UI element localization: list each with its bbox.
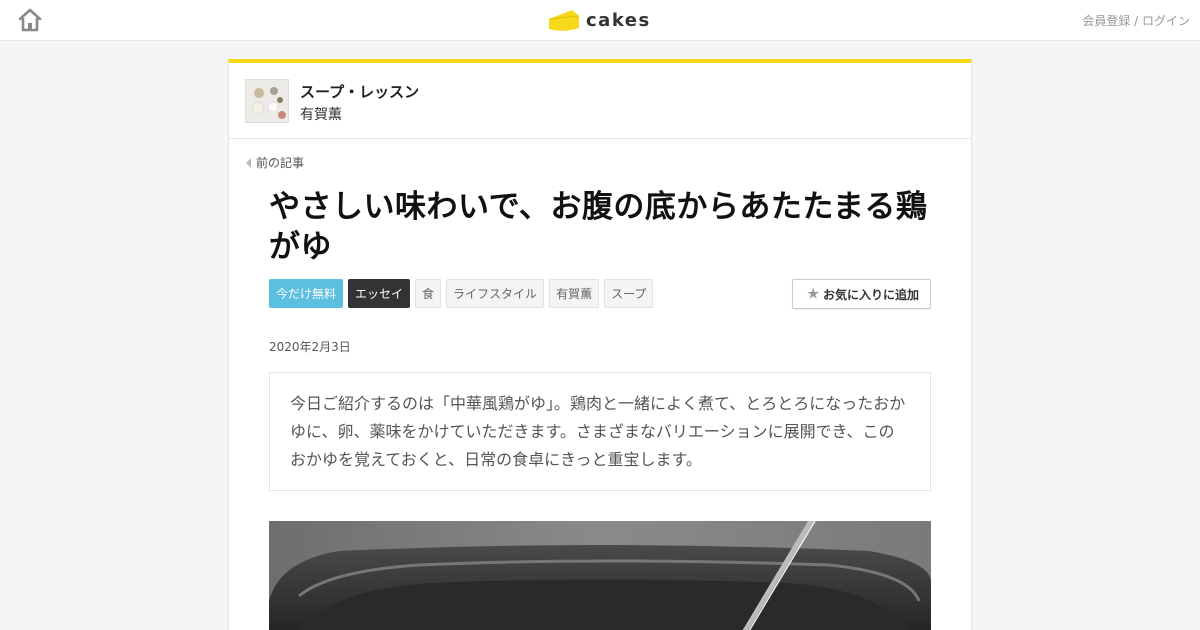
article-card: スープ・レッスン 有賀薫 前の記事 やさしい味わいで、お腹の底からあたたまる鶏が… — [228, 59, 972, 630]
site-logo[interactable]: cakes — [548, 6, 651, 34]
top-bar: cakes 会員登録 / ログイン — [0, 0, 1200, 41]
series-thumbnail-image — [246, 80, 288, 122]
prev-article-label: 前の記事 — [256, 156, 305, 170]
hero-photo — [269, 521, 931, 630]
prev-article-link[interactable]: 前の記事 — [246, 154, 304, 171]
add-favorite-label: お気に入りに追加 — [822, 287, 919, 302]
series-header[interactable]: スープ・レッスン 有賀薫 — [229, 63, 971, 139]
article-title: やさしい味わいで、お腹の底からあたたまる鶏がゆ — [269, 189, 928, 265]
series-thumbnail[interactable] — [245, 79, 289, 123]
tag-lifestyle[interactable]: ライフスタイル — [446, 279, 545, 308]
add-favorite-button[interactable]: ★ お気に入りに追加 — [792, 279, 931, 309]
register-login-link[interactable]: 会員登録 / ログイン — [1082, 14, 1190, 28]
series-author[interactable]: 有賀薫 — [300, 104, 342, 124]
hero-image — [269, 521, 931, 630]
auth-links[interactable]: 会員登録 / ログイン — [1082, 12, 1190, 29]
star-icon: ★ — [807, 286, 819, 301]
cheese-icon — [548, 10, 580, 31]
triangle-left-icon — [246, 157, 251, 168]
logo-text: cakes — [586, 9, 651, 31]
lead-paragraph: 今日ご紹介するのは「中華風鶏がゆ」。鶏肉と一緒によく煮て、とろとろになったおかゆ… — [269, 372, 931, 491]
home-icon — [18, 8, 42, 32]
publish-date: 2020年2月3日 — [269, 340, 351, 354]
home-button[interactable] — [16, 7, 44, 33]
series-title[interactable]: スープ・レッスン — [300, 81, 419, 102]
tag-free[interactable]: 今だけ無料 — [269, 279, 344, 308]
tag-essay[interactable]: エッセイ — [348, 279, 411, 308]
tag-author[interactable]: 有賀薫 — [549, 279, 600, 308]
tag-soup[interactable]: スープ — [604, 279, 654, 308]
tag-food[interactable]: 食 — [415, 279, 442, 308]
tag-list: 今だけ無料 エッセイ 食 ライフスタイル 有賀薫 スープ — [269, 279, 654, 308]
